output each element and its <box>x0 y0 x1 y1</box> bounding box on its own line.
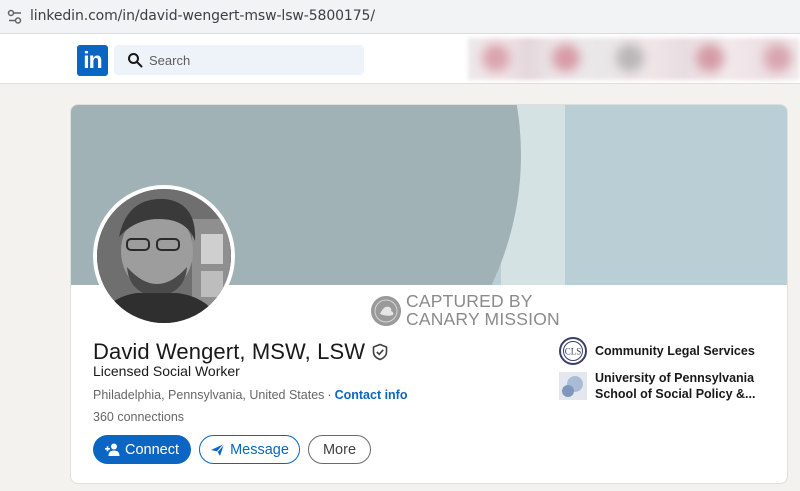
cls-logo-text: CLS <box>565 347 582 357</box>
org-name-upenn: University of Pennsylvania School of Soc… <box>595 370 775 402</box>
avatar-image <box>97 189 231 323</box>
connect-button[interactable]: Connect <box>93 435 191 464</box>
search-input[interactable] <box>149 45 349 75</box>
connections-count[interactable]: 360 connections <box>93 410 184 424</box>
more-label: More <box>322 441 357 458</box>
profile-headline: Licensed Social Worker <box>93 363 240 379</box>
cls-logo: CLS <box>559 337 587 365</box>
profile-location: Philadelphia, Pennsylvania, United State… <box>93 388 325 402</box>
search-box[interactable] <box>114 45 364 75</box>
org-name-cls: Community Legal Services <box>595 344 755 358</box>
search-icon <box>128 53 143 68</box>
profile-actions: Connect Message More <box>93 435 371 464</box>
connect-label: Connect <box>124 441 179 458</box>
linkedin-logo[interactable]: in <box>77 45 108 76</box>
url-text[interactable]: linkedin.com/in/david-wengert-msw-lsw-58… <box>30 8 375 24</box>
org-name-upenn-line2: School of Social Policy &... <box>595 387 756 401</box>
verified-shield-icon[interactable] <box>371 343 389 361</box>
send-icon <box>211 443 225 456</box>
org-item-upenn[interactable]: University of Pennsylvania School of Soc… <box>559 370 779 402</box>
message-button[interactable]: Message <box>199 435 300 464</box>
message-label: Message <box>230 441 289 458</box>
profile-card: CAPTURED BY CANARY MISSION David Wengert… <box>70 104 788 484</box>
canary-seal-icon <box>371 296 401 326</box>
profile-photo[interactable] <box>93 185 235 327</box>
top-navigation: in <box>0 34 800 84</box>
blurred-nav-items <box>468 38 800 80</box>
add-person-icon <box>104 443 120 456</box>
browser-address-bar[interactable]: linkedin.com/in/david-wengert-msw-lsw-58… <box>0 0 800 34</box>
watermark-line1: CAPTURED BY <box>406 291 533 311</box>
location-row: Philadelphia, Pennsylvania, United State… <box>93 388 408 402</box>
org-item-cls[interactable]: CLS Community Legal Services <box>559 335 779 367</box>
profile-name: David Wengert, MSW, LSW <box>93 339 366 364</box>
more-button[interactable]: More <box>308 435 371 464</box>
upenn-sp2-logo <box>559 372 587 400</box>
site-settings-icon[interactable] <box>6 8 24 26</box>
contact-info-link[interactable]: Contact info <box>335 388 408 402</box>
org-name-upenn-line1: University of Pennsylvania <box>595 371 755 385</box>
separator: · <box>327 388 332 402</box>
watermark-line2: CANARY MISSION <box>406 309 560 329</box>
experience-education-list: CLS Community Legal Services University … <box>559 335 779 405</box>
